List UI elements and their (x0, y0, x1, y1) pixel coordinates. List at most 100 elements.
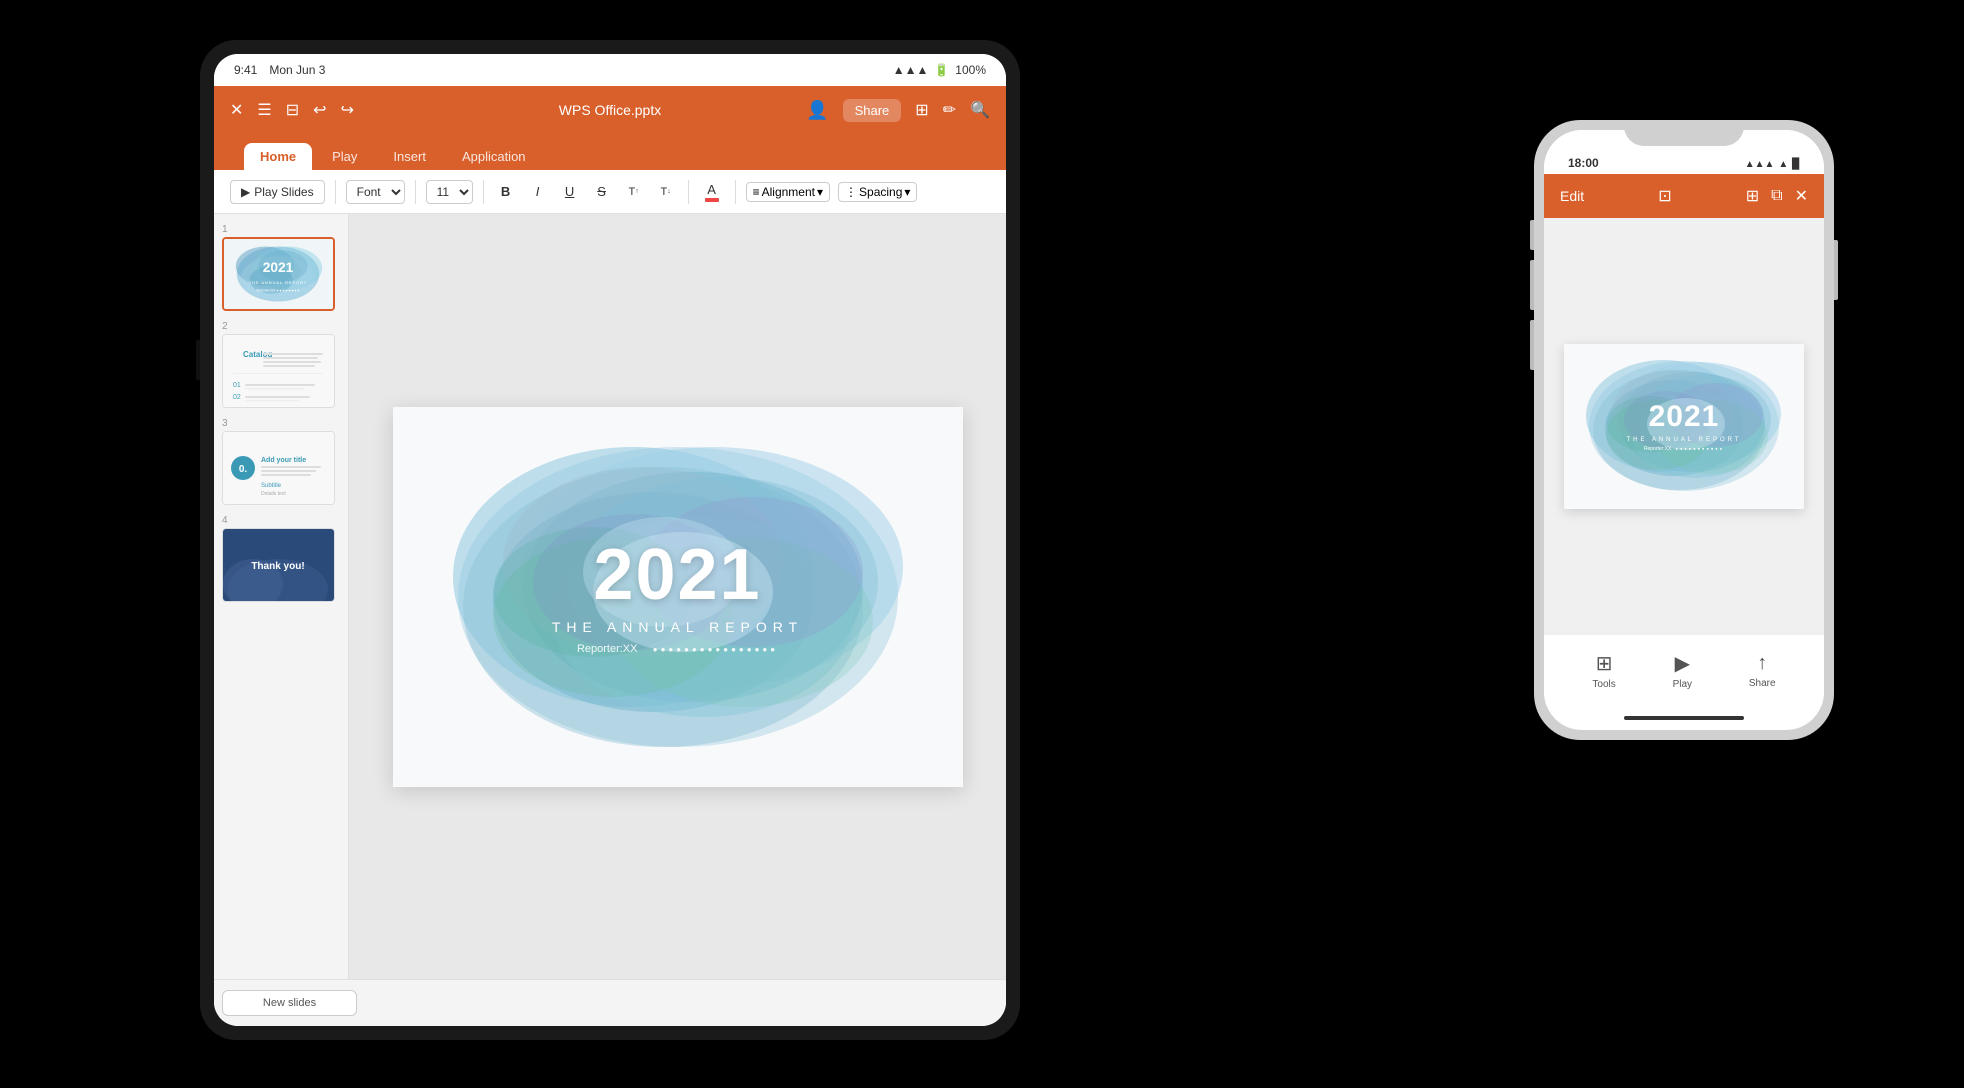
phone-screen: 18:00 ▲▲▲ ▲ ▉ Edit ⊡ ⊞ ⧉ ✕ (1544, 130, 1824, 730)
view-icon[interactable]: ⊞ (915, 100, 928, 120)
phone-dots: ●●●●●●●●●●● (1676, 446, 1725, 451)
share-button[interactable]: Share (843, 99, 902, 122)
phone-play-item[interactable]: ▶ Play (1673, 651, 1692, 690)
italic-button[interactable]: I (526, 181, 550, 202)
menu-icon[interactable]: ☰ (257, 100, 271, 120)
phone-time: 18:00 (1568, 156, 1599, 170)
phone-titlebar-icons: ⊞ ⧉ ✕ (1746, 186, 1808, 206)
svg-text:Details text: Details text (261, 491, 286, 497)
phone-slide-text: 2021 THE ANNUAL REPORT Reporter:XX ●●●●●… (1626, 400, 1741, 452)
slide-reporter: Reporter:XX ●●●●●●●●●●●●●●●● (552, 643, 803, 655)
tablet-titlebar-left: ✕ ☰ ⊟ ↩ ↪ (230, 100, 354, 120)
bold-button[interactable]: B (494, 181, 518, 202)
phone-slide: 2021 THE ANNUAL REPORT Reporter:XX ●●●●●… (1564, 344, 1804, 509)
tablet-titlebar-right: 👤 Share ⊞ ✏ 🔍 (806, 99, 990, 122)
phone-battery-icon: ▉ (1792, 159, 1800, 170)
subscript-button[interactable]: T↓ (654, 183, 678, 201)
tablet-tabs: Home Play Insert Application (214, 134, 1006, 170)
alignment-button[interactable]: ≡ Alignment ▾ (746, 182, 830, 202)
svg-text:01: 01 (233, 382, 241, 389)
tablet-filename: WPS Office.pptx (559, 102, 661, 118)
slide4-svg: Thank you! (223, 529, 334, 601)
tablet-toolbar: ▶ Play Slides Font 11 B I U S T↑ T↓ (214, 170, 1006, 214)
toolbar-divider-4 (688, 180, 689, 204)
tools-icon: ⊞ (1596, 651, 1613, 676)
search-icon[interactable]: 🔍 (970, 100, 990, 120)
phone-volume-down-button[interactable] (1530, 320, 1534, 370)
font-selector[interactable]: Font (346, 180, 405, 204)
underline-button[interactable]: U (558, 181, 582, 202)
phone-status-icons: ▲▲▲ ▲ ▉ (1745, 159, 1800, 170)
play-slides-button[interactable]: ▶ Play Slides (230, 180, 325, 204)
tablet-time: 9:41 (234, 63, 257, 77)
slide3-svg: 0. Add your title Subtitle Details text (223, 432, 334, 504)
tab-play[interactable]: Play (316, 143, 373, 170)
undo-icon[interactable]: ↩ (313, 100, 326, 120)
slide-thumb-3[interactable]: 3 0. Add your title Subtitle (222, 418, 340, 505)
phone-signal-icon: ▲▲▲ (1745, 159, 1775, 170)
slide-thumb-2[interactable]: 2 Catalog 01 (222, 321, 340, 408)
phone-home-bar (1624, 716, 1744, 720)
wifi-icon: ▲▲▲ (893, 63, 929, 77)
tablet-device: 9:41 Mon Jun 3 ▲▲▲ 🔋 100% ✕ ☰ ⊟ ↩ ↪ (200, 40, 1020, 1040)
phone-silent-button[interactable] (1530, 220, 1534, 250)
toolbar-divider-5 (735, 180, 736, 204)
phone-year: 2021 (1626, 400, 1741, 434)
font-size-selector[interactable]: 11 (426, 180, 473, 204)
phone-tools-item[interactable]: ⊞ Tools (1592, 651, 1615, 690)
tab-insert[interactable]: Insert (377, 143, 442, 170)
tablet-statusbar: 9:41 Mon Jun 3 ▲▲▲ 🔋 100% (214, 54, 1006, 86)
phone-notch (1624, 120, 1744, 146)
svg-text:Add your title: Add your title (261, 457, 306, 464)
pencil-icon[interactable]: ✏ (943, 100, 956, 120)
phone-power-button[interactable] (1834, 240, 1838, 300)
redo-icon[interactable]: ↪ (341, 100, 354, 120)
reporter-text: Reporter:XX (577, 643, 638, 655)
tablet-side-button (196, 340, 200, 380)
svg-text:Subtitle: Subtitle (261, 483, 282, 489)
svg-text:2021: 2021 (263, 260, 294, 275)
main-slide-area: 2021 THE ANNUAL REPORT Reporter:XX ●●●●●… (349, 214, 1006, 979)
slide-num-4: 4 (222, 515, 340, 526)
superscript-button[interactable]: T↑ (622, 183, 646, 201)
tab-home[interactable]: Home (244, 143, 312, 170)
svg-text:Thank you!: Thank you! (251, 561, 304, 572)
play-label: Play (1673, 679, 1692, 690)
tablet-content: 1 2021 (214, 214, 1006, 979)
phone-titlebar: Edit ⊡ ⊞ ⧉ ✕ (1544, 174, 1824, 218)
phone-home-indicator (1544, 706, 1824, 730)
alignment-label: Alignment (762, 185, 815, 199)
phone-close-icon[interactable]: ✕ (1795, 186, 1808, 206)
phone-edit-button[interactable]: Edit (1560, 188, 1584, 204)
main-slide: 2021 THE ANNUAL REPORT Reporter:XX ●●●●●… (393, 407, 963, 787)
play-icon: ▶ (1675, 651, 1690, 676)
battery-icon: 🔋 (934, 63, 949, 77)
phone-wifi-icon: ▲ (1778, 159, 1788, 170)
new-slides-button[interactable]: New slides (222, 990, 357, 1016)
phone-volume-up-button[interactable] (1530, 260, 1534, 310)
toolbar-divider-3 (483, 180, 484, 204)
scene: 9:41 Mon Jun 3 ▲▲▲ 🔋 100% ✕ ☰ ⊟ ↩ ↪ (0, 0, 1964, 1088)
spacing-label: Spacing (859, 185, 902, 199)
strikethrough-button[interactable]: S (590, 181, 614, 202)
spacing-button[interactable]: ⋮ Spacing ▾ (838, 182, 917, 202)
slide-thumb-1[interactable]: 1 2021 (222, 224, 340, 311)
font-color-button[interactable]: A (699, 179, 725, 205)
slide-num-3: 3 (222, 418, 340, 429)
slide-thumb-4[interactable]: 4 Thank you! (222, 515, 340, 602)
close-icon[interactable]: ✕ (230, 100, 243, 120)
phone-reporter: Reporter:XX ●●●●●●●●●●● (1626, 446, 1741, 452)
slide-num-1: 1 (222, 224, 340, 235)
phone-grid-icon[interactable]: ⊞ (1746, 186, 1759, 206)
slide-text-content: 2021 THE ANNUAL REPORT Reporter:XX ●●●●●… (552, 539, 803, 655)
phone-content: 2021 THE ANNUAL REPORT Reporter:XX ●●●●●… (1544, 218, 1824, 634)
phone-split-icon[interactable]: ⧉ (1771, 187, 1782, 205)
grid-icon[interactable]: ⊟ (286, 100, 299, 120)
slide-year: 2021 (552, 539, 803, 611)
phone-save-icon[interactable]: ⊡ (1658, 186, 1671, 206)
slide-preview-1: 2021 THE ANNUAL REPORT Reporter:XX ● ● ●… (222, 237, 335, 311)
tab-application[interactable]: Application (446, 143, 542, 170)
phone-share-item[interactable]: ↑ Share (1749, 652, 1776, 689)
profile-icon[interactable]: 👤 (806, 100, 828, 121)
svg-text:THE ANNUAL REPORT: THE ANNUAL REPORT (249, 280, 307, 285)
